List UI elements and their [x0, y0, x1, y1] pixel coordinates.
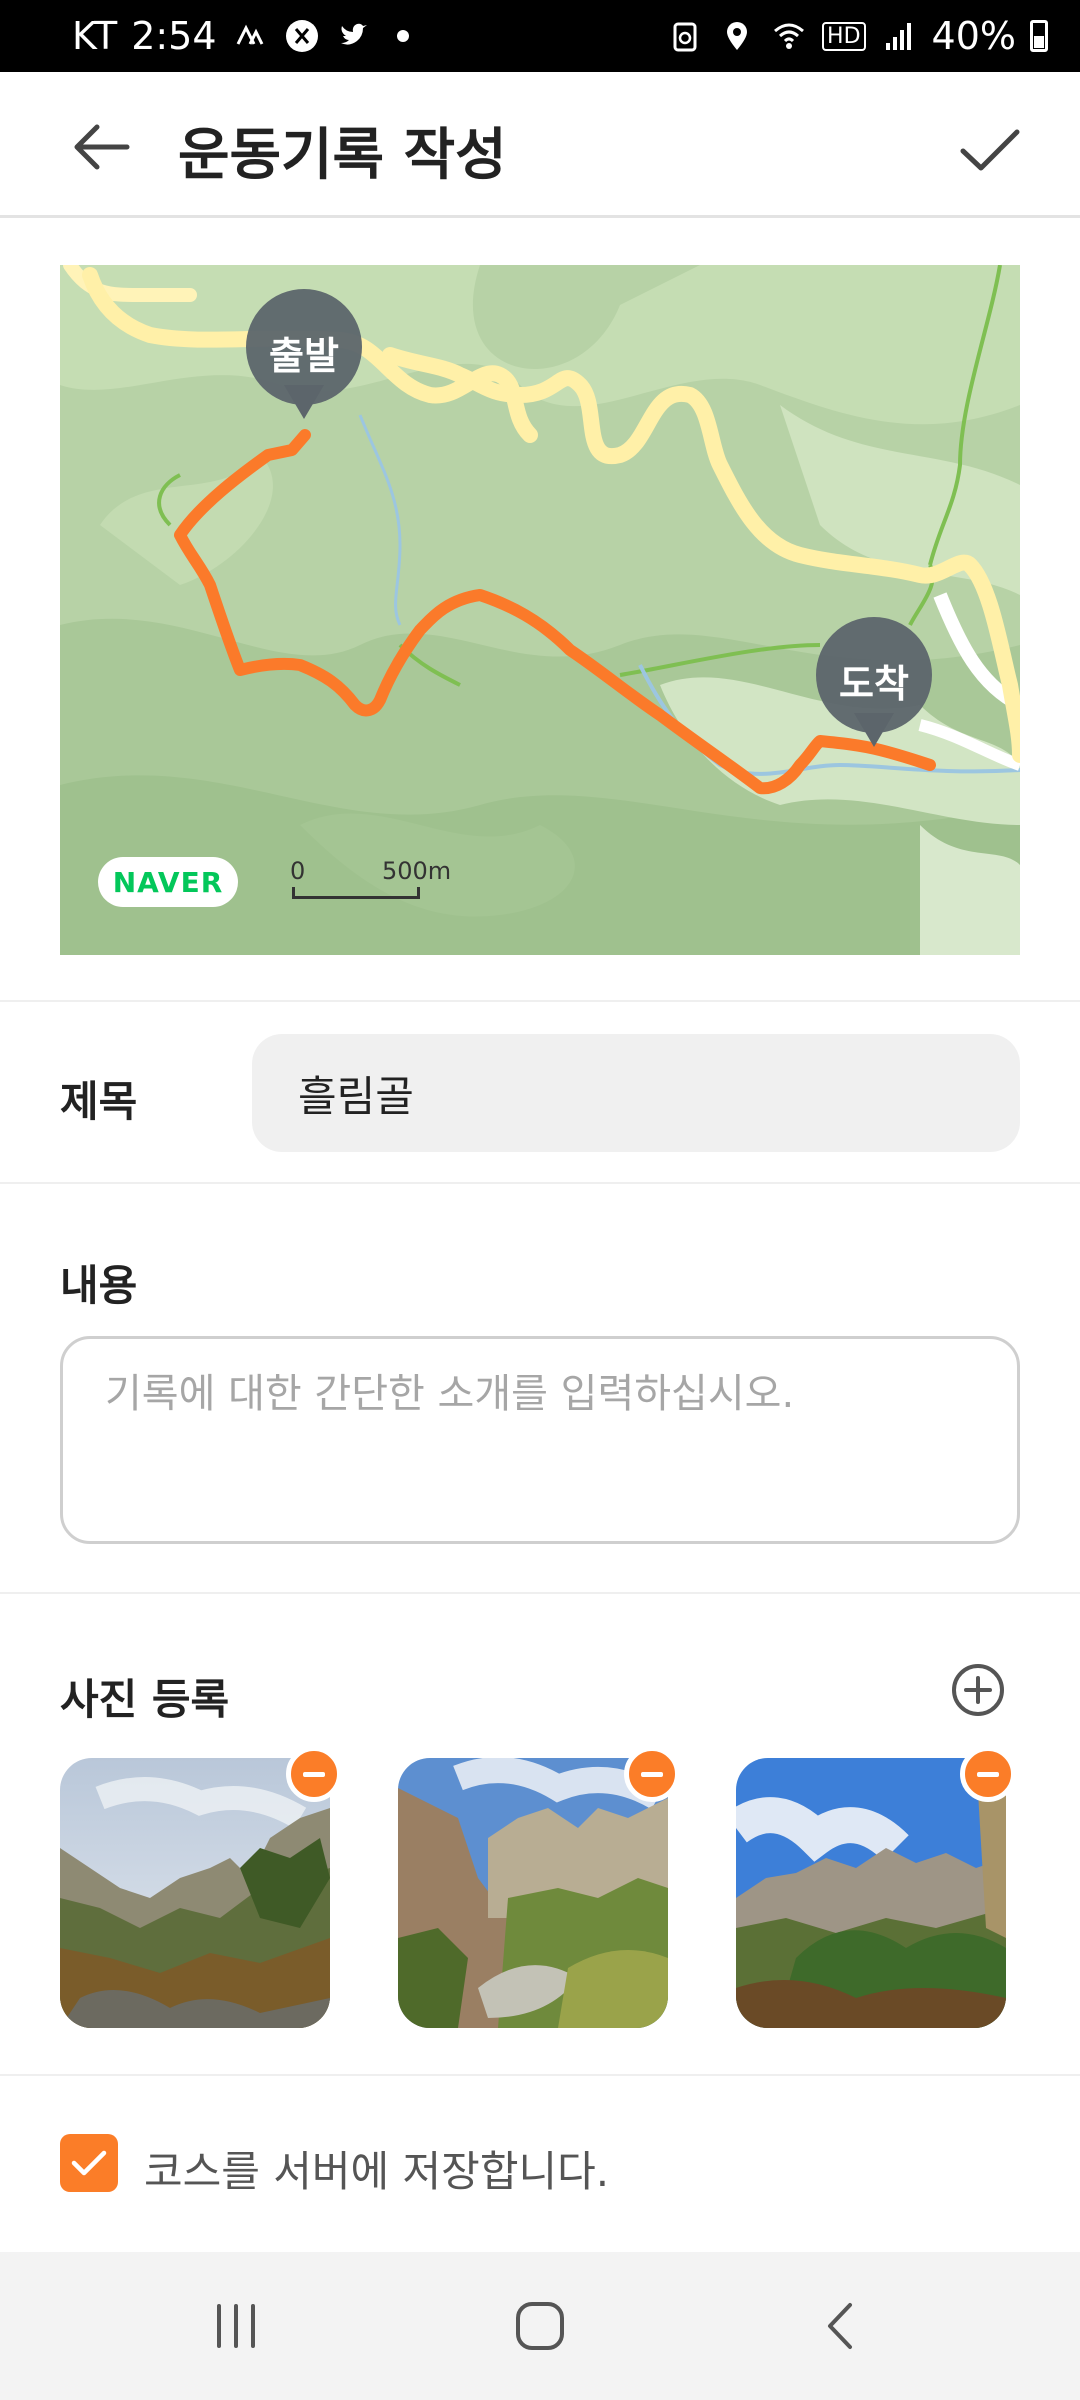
- mountain-photo-1: [60, 1758, 330, 2028]
- status-bar: KT 2:54 HD 40%: [0, 0, 1080, 72]
- system-nav-bar: [0, 2252, 1080, 2400]
- status-left: KT 2:54: [72, 14, 409, 58]
- wifi-icon: [770, 17, 808, 55]
- battery-percent: 40%: [931, 14, 1016, 58]
- signal-icon: [880, 17, 918, 55]
- status-right: HD 40%: [666, 14, 1048, 58]
- start-marker-tail: [284, 385, 324, 419]
- section-divider: [0, 2074, 1080, 2076]
- start-marker-label: 출발: [269, 334, 339, 378]
- naver-logo: NAVER: [98, 857, 238, 907]
- end-marker-tail: [854, 713, 894, 747]
- content-textarea[interactable]: [60, 1336, 1020, 1544]
- remove-photo-button[interactable]: [624, 1746, 680, 1802]
- photo-thumbnail[interactable]: [60, 1758, 330, 2028]
- section-divider: [0, 1592, 1080, 1594]
- notification-dot-icon: [396, 30, 409, 42]
- title-label: 제목: [60, 1077, 138, 1126]
- mountain-photo-3: [736, 1758, 1006, 2028]
- scale-distance-label: 500m: [382, 857, 452, 885]
- page-title: 운동기록 작성: [178, 123, 507, 188]
- arrow-left-icon: [74, 124, 130, 170]
- strava-icon: [231, 17, 269, 55]
- route-map[interactable]: 출발 도착 NAVER 0 500m: [60, 265, 1020, 955]
- save-course-label: 코스를 서버에 저장합니다.: [144, 2147, 610, 2196]
- content-label: 내용: [60, 1261, 138, 1310]
- photo-thumbnail[interactable]: [398, 1758, 668, 2028]
- end-marker[interactable]: 도착: [816, 617, 932, 757]
- title-input[interactable]: [252, 1034, 1020, 1152]
- battery-icon: [1030, 20, 1048, 52]
- location-icon: [718, 17, 756, 55]
- map-canvas: [60, 265, 1020, 955]
- home-button[interactable]: [460, 2252, 620, 2400]
- scale-zero-label: 0: [290, 857, 306, 885]
- nav-back-button[interactable]: [760, 2252, 920, 2400]
- end-marker-label: 도착: [839, 662, 909, 706]
- home-icon: [516, 2302, 564, 2350]
- twitter-icon: [335, 17, 373, 55]
- mountain-photo-2: [398, 1758, 668, 2028]
- recent-apps-icon: [217, 2304, 255, 2348]
- back-button[interactable]: [66, 112, 136, 182]
- hd-icon: HD: [822, 21, 866, 51]
- app-header: 운동기록 작성: [0, 72, 1080, 218]
- clock: 2:54: [131, 14, 217, 58]
- back-icon: [828, 2303, 852, 2349]
- recycle-icon: [666, 17, 704, 55]
- start-marker[interactable]: 출발: [246, 289, 362, 429]
- remove-photo-button[interactable]: [286, 1746, 342, 1802]
- remove-photo-button[interactable]: [960, 1746, 1016, 1802]
- x-icon: [283, 17, 321, 55]
- recent-apps-button[interactable]: [156, 2252, 316, 2400]
- section-divider: [0, 1000, 1080, 1002]
- scale-bar: [292, 887, 420, 899]
- section-divider: [0, 1182, 1080, 1184]
- confirm-button[interactable]: [950, 110, 1030, 190]
- save-course-checkbox[interactable]: [60, 2134, 118, 2192]
- carrier-label: KT: [72, 14, 118, 58]
- checkmark-icon: [71, 2150, 107, 2176]
- photo-thumbnail[interactable]: [736, 1758, 1006, 2028]
- check-icon: [960, 129, 1020, 171]
- add-photo-icon[interactable]: [950, 1662, 1006, 1718]
- photo-section-label: 사진 등록: [60, 1675, 230, 1724]
